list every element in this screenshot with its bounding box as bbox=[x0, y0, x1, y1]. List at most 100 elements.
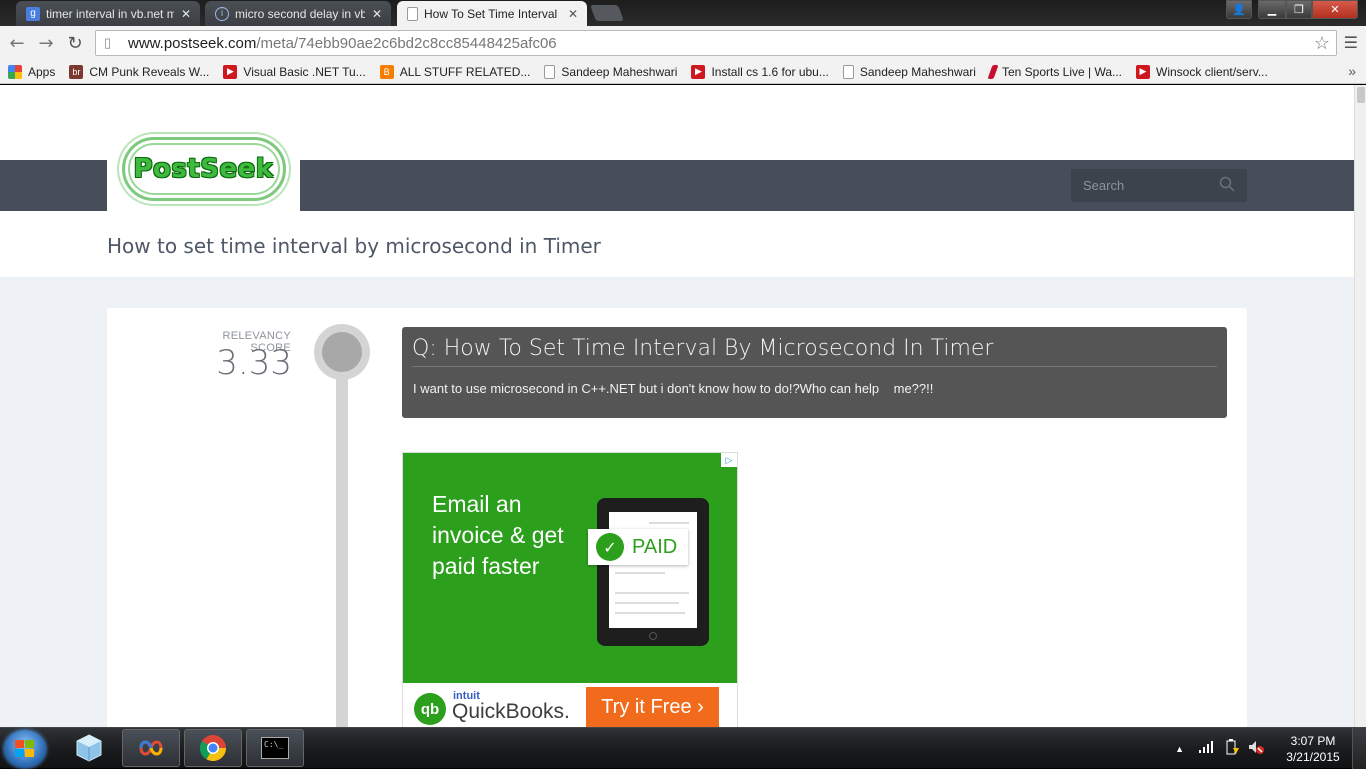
bookmarks-bar: Apps br CM Punk Reveals W... ▶ Visual Ba… bbox=[0, 60, 1366, 84]
tab-title: How To Set Time Interval bbox=[424, 6, 558, 21]
windows-flag-icon bbox=[15, 740, 35, 758]
bookmark-winsock[interactable]: ▶ Winsock client/serv... bbox=[1136, 64, 1268, 79]
paid-label: PAID bbox=[632, 535, 678, 558]
tab-title: timer interval in vb.net mi bbox=[46, 6, 174, 21]
minimize-button[interactable]: ▁ bbox=[1258, 0, 1286, 19]
tab-how-to-set-time-interval[interactable]: How To Set Time Interval ✕ bbox=[397, 1, 587, 26]
quickbooks-brand: QuickBooks. bbox=[452, 700, 570, 723]
blogger-icon: B bbox=[379, 64, 394, 79]
question-box: Q: How To Set Time Interval By Microseco… bbox=[402, 327, 1227, 418]
close-tab-icon[interactable]: ✕ bbox=[567, 7, 579, 21]
timeline-line bbox=[336, 363, 348, 727]
bookmarks-overflow-icon[interactable]: » bbox=[1348, 63, 1356, 79]
bookmark-star-icon[interactable]: ☆ bbox=[1314, 33, 1330, 54]
system-tray: ▲ 3:07 PM 3/21/2015 bbox=[1175, 728, 1366, 769]
youtube-icon: ▶ bbox=[223, 64, 238, 79]
new-tab-button[interactable] bbox=[590, 5, 624, 21]
maximize-button[interactable]: ❐ bbox=[1286, 0, 1312, 19]
bookmark-visual-basic[interactable]: ▶ Visual Basic .NET Tu... bbox=[223, 64, 366, 79]
chrome-icon bbox=[199, 735, 227, 762]
windows-taskbar: C:\_ ▲ 3:07 PM 3/21/2015 bbox=[0, 727, 1366, 769]
address-bar[interactable]: ▯ www.postseek.com/meta/74ebb90ae2c6bd2c… bbox=[95, 30, 1337, 56]
close-window-button[interactable]: ✕ bbox=[1312, 0, 1358, 19]
apps-grid-icon bbox=[8, 64, 22, 79]
close-tab-icon[interactable]: ✕ bbox=[180, 7, 192, 21]
scroll-thumb[interactable] bbox=[1357, 87, 1365, 103]
bookmark-ten-sports[interactable]: Ten Sports Live | Wa... bbox=[987, 64, 1123, 79]
bookmark-label: Visual Basic .NET Tu... bbox=[243, 64, 366, 79]
info-icon: i bbox=[215, 6, 229, 21]
ad-footer: qb intuit QuickBooks. Try it Free › bbox=[403, 683, 737, 727]
url-host: www.postseek.com bbox=[128, 34, 257, 52]
volume-muted-icon[interactable] bbox=[1248, 739, 1264, 758]
bookmark-label: Sandeep Maheshwari bbox=[859, 64, 976, 79]
profile-icon[interactable]: 👤 bbox=[1226, 0, 1252, 19]
search-input[interactable]: Search bbox=[1071, 169, 1247, 202]
tab-strip: g timer interval in vb.net mi ✕ i micro … bbox=[0, 0, 1366, 26]
terminal-icon: C:\_ bbox=[261, 737, 289, 759]
timeline-dot bbox=[314, 324, 370, 380]
tab-micro-second-delay[interactable]: i micro second delay in vb ✕ bbox=[205, 1, 391, 26]
paid-badge: ✓ PAID bbox=[588, 529, 688, 565]
window-controls: 👤 ▁ ❐ ✕ bbox=[1226, 0, 1358, 19]
back-arrow-icon[interactable]: ← bbox=[6, 32, 28, 54]
show-desktop-button[interactable] bbox=[1352, 728, 1366, 769]
page-icon bbox=[407, 6, 418, 21]
youtube-icon: ▶ bbox=[1136, 64, 1151, 79]
youtube-icon: ▶ bbox=[691, 64, 706, 79]
battery-warning-icon[interactable] bbox=[1224, 739, 1240, 758]
bookmark-label: ALL STUFF RELATED... bbox=[399, 64, 531, 79]
chrome-taskbar-button[interactable] bbox=[184, 729, 242, 767]
br-site-icon: br bbox=[69, 64, 84, 79]
close-tab-icon[interactable]: ✕ bbox=[371, 7, 383, 21]
bookmark-all-stuff[interactable]: B ALL STUFF RELATED... bbox=[379, 64, 531, 79]
sports-icon bbox=[987, 64, 999, 79]
network-signal-icon[interactable] bbox=[1198, 741, 1214, 756]
page-title: How to set time interval by microsecond … bbox=[107, 234, 601, 258]
infinity-icon bbox=[139, 740, 163, 756]
bookmark-label: Install cs 1.6 for ubu... bbox=[711, 64, 829, 79]
chrome-menu-icon[interactable]: ☰ bbox=[1344, 33, 1358, 52]
virtualbox-taskbar-button[interactable] bbox=[60, 729, 118, 767]
bookmark-label: Winsock client/serv... bbox=[1156, 64, 1268, 79]
bookmark-label: Ten Sports Live | Wa... bbox=[1001, 64, 1123, 79]
clock-time: 3:07 PM bbox=[1290, 733, 1336, 748]
ad-headline: Email an invoice & get paid faster bbox=[432, 491, 564, 579]
bookmark-install-cs[interactable]: ▶ Install cs 1.6 for ubu... bbox=[691, 64, 829, 79]
clock[interactable]: 3:07 PM 3/21/2015 bbox=[1274, 733, 1352, 765]
search-placeholder: Search bbox=[1083, 178, 1125, 193]
try-it-free-button[interactable]: Try it Free › bbox=[586, 687, 719, 727]
bookmark-label: Apps bbox=[28, 64, 56, 79]
forward-arrow-icon[interactable]: → bbox=[35, 32, 57, 54]
reload-icon[interactable]: ↻ bbox=[64, 32, 86, 54]
cmd-taskbar-button[interactable]: C:\_ bbox=[246, 729, 304, 767]
ad-banner: Email an invoice & get paid faster ✓ PAI… bbox=[403, 453, 737, 683]
bookmark-apps[interactable]: Apps bbox=[8, 64, 56, 79]
start-button[interactable] bbox=[4, 730, 46, 768]
vertical-scrollbar[interactable] bbox=[1354, 85, 1366, 727]
question-title[interactable]: Q: How To Set Time Interval By Microseco… bbox=[412, 336, 1217, 367]
page-icon: ▯ bbox=[104, 35, 112, 50]
page-icon bbox=[544, 64, 556, 79]
bookmark-cm-punk[interactable]: br CM Punk Reveals W... bbox=[69, 64, 209, 79]
quickbooks-logo-icon: qb bbox=[414, 693, 446, 725]
adchoices-icon[interactable]: ▷ bbox=[721, 453, 737, 467]
postseek-logo: PostSeek bbox=[121, 137, 286, 201]
bookmark-sandeep-2[interactable]: Sandeep Maheshwari bbox=[842, 64, 976, 79]
logo-container[interactable]: PostSeek bbox=[107, 127, 300, 211]
url-path: /meta/74ebb90ae2c6bd2c8cc85448425afc06 bbox=[256, 34, 557, 52]
quickbooks-ad[interactable]: Email an invoice & get paid faster ✓ PAI… bbox=[402, 452, 738, 727]
bookmark-label: Sandeep Maheshwari bbox=[561, 64, 678, 79]
show-hidden-icons-icon[interactable]: ▲ bbox=[1175, 744, 1184, 754]
relevancy-score: 3.33 bbox=[216, 343, 292, 383]
google-g-icon: g bbox=[26, 6, 40, 21]
tablet-image bbox=[597, 498, 709, 646]
clock-date: 3/21/2015 bbox=[1286, 749, 1340, 764]
page-icon bbox=[842, 64, 854, 79]
visual-studio-taskbar-button[interactable] bbox=[122, 729, 180, 767]
web-page: PostSeek Search How to set time interval… bbox=[0, 85, 1354, 727]
bookmark-sandeep-1[interactable]: Sandeep Maheshwari bbox=[544, 64, 678, 79]
tab-timer-interval[interactable]: g timer interval in vb.net mi ✕ bbox=[16, 1, 200, 26]
browser-toolbar: ← → ↻ ▯ www.postseek.com/meta/74ebb90ae2… bbox=[0, 26, 1366, 60]
search-icon[interactable] bbox=[1219, 176, 1235, 192]
